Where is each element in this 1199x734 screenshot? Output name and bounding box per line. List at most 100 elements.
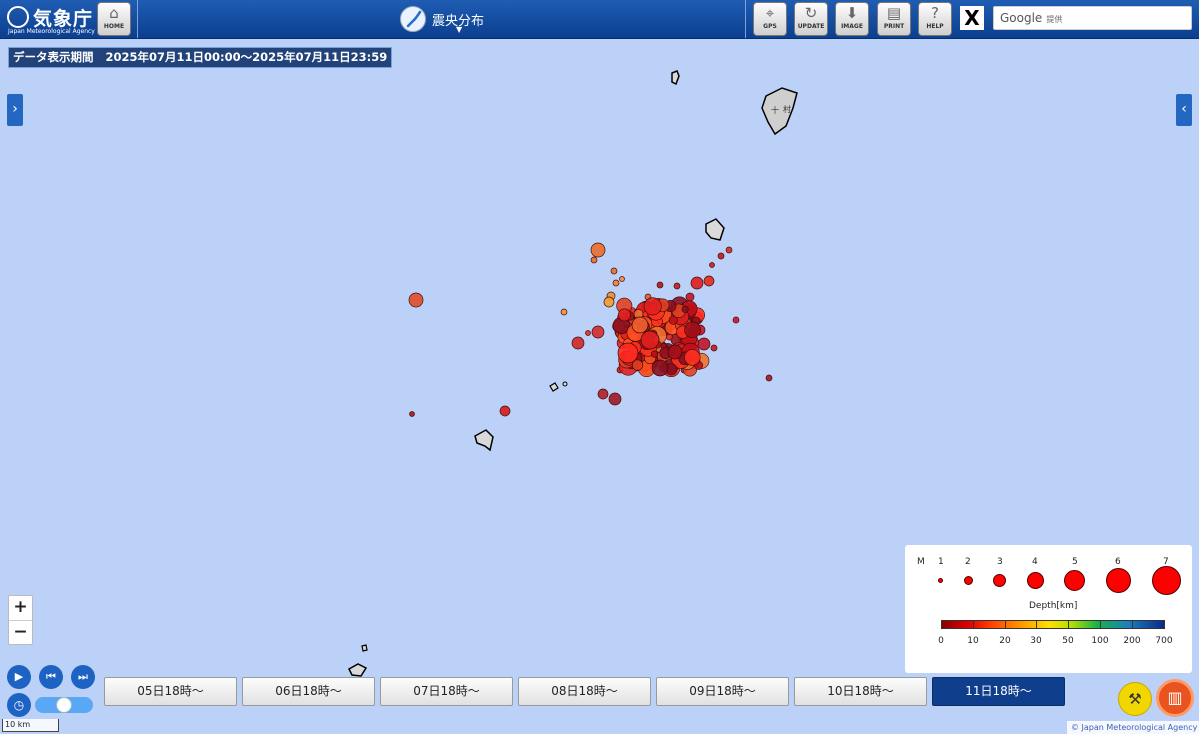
epicenter-marker[interactable]	[765, 374, 773, 382]
day-button[interactable]: 06日18時～	[242, 677, 375, 706]
day-button[interactable]: 09日18時～	[656, 677, 789, 706]
epicenter-marker[interactable]	[717, 252, 725, 260]
epicenter-marker[interactable]	[673, 282, 681, 290]
depth-label: 0	[938, 636, 944, 646]
epicenter-marker[interactable]	[667, 344, 683, 360]
island-shape	[705, 218, 725, 241]
period-label: データ表示期間	[13, 50, 94, 64]
day-button[interactable]: 07日18時～	[380, 677, 513, 706]
epicenter-marker[interactable]	[617, 342, 639, 364]
epicenter-marker[interactable]	[597, 388, 609, 400]
epicenter-marker[interactable]	[643, 297, 662, 316]
header-divider	[137, 0, 138, 38]
epicenter-marker[interactable]	[681, 305, 689, 313]
epicenter-marker[interactable]	[499, 405, 511, 417]
speed-slider[interactable]	[35, 697, 93, 713]
legend-circle-m7	[1152, 566, 1181, 595]
epicenter-marker[interactable]	[571, 336, 585, 350]
book-button[interactable]: ▥	[1156, 679, 1194, 717]
epicenter-marker[interactable]	[590, 242, 606, 258]
play-button[interactable]: ▶	[7, 665, 31, 689]
help-button[interactable]: ? HELP	[918, 2, 952, 36]
speed-icon: ◷	[7, 693, 31, 717]
epicenter-marker[interactable]	[608, 392, 622, 406]
skip-forward-button[interactable]: ⏭	[71, 665, 95, 689]
image-download-button[interactable]: ⬇ IMAGE	[835, 2, 869, 36]
epicenter-marker[interactable]	[408, 292, 424, 308]
header-divider	[745, 0, 746, 38]
print-icon: ▤	[886, 4, 902, 22]
map-type-selector[interactable]: 震央分布 ▼	[398, 4, 528, 36]
skip-back-button[interactable]: ⏮	[39, 665, 63, 689]
legend-circle-m1	[938, 578, 943, 583]
epicenter-marker[interactable]	[640, 330, 660, 350]
tool-icon: ⚒	[1128, 690, 1142, 708]
day-button-active[interactable]: 11日18時～	[932, 677, 1065, 706]
epicenter-marker[interactable]	[409, 411, 415, 417]
zoom-out-button[interactable]: −	[9, 620, 32, 644]
epicenter-marker[interactable]	[610, 267, 618, 275]
search-suffix: 提供	[1046, 15, 1063, 24]
depth-label: 50	[1062, 636, 1074, 646]
skip-forward-icon: ⏭	[78, 670, 88, 683]
epicenter-marker[interactable]	[651, 359, 669, 377]
legend-magnitude: 2	[965, 557, 971, 567]
left-panel-toggle[interactable]: ›	[7, 94, 23, 126]
epicenter-marker[interactable]	[685, 292, 695, 302]
depth-label: 700	[1155, 636, 1173, 646]
island-label: 村	[783, 104, 791, 114]
jma-logo[interactable]: 気象庁 Japan Meteorological Agency	[5, 3, 95, 36]
epicenter-marker[interactable]	[560, 308, 568, 316]
print-label: PRINT	[883, 23, 905, 30]
search-brand: Google	[1000, 11, 1043, 25]
legend-panel: M 1 2 3 4 5 6 7 Depth[km] 0 10 20 30 50 …	[905, 545, 1192, 673]
island-label: 十	[771, 105, 779, 115]
epicenter-marker[interactable]	[709, 262, 715, 268]
chevron-right-icon: ›	[12, 101, 18, 117]
epicenter-marker[interactable]	[690, 276, 704, 290]
download-icon: ⬇	[845, 4, 859, 22]
google-search-input[interactable]: Google 提供	[993, 6, 1192, 30]
speed-slider-knob[interactable]	[56, 697, 72, 713]
epicenter-marker[interactable]	[612, 279, 620, 287]
epicenter-marker[interactable]	[585, 330, 591, 336]
gps-button[interactable]: ⌖ GPS	[753, 2, 787, 36]
home-button[interactable]: ⌂ HOME	[97, 2, 131, 36]
right-panel-toggle[interactable]: ‹	[1176, 94, 1192, 126]
copyright-notice: © Japan Meteorological Agency	[1067, 721, 1199, 734]
update-button[interactable]: ↻ UPDATE	[794, 2, 828, 36]
day-button[interactable]: 05日18時～	[104, 677, 237, 706]
depth-tick	[973, 620, 974, 629]
epicenter-marker[interactable]	[603, 296, 615, 308]
epicenter-marker[interactable]	[618, 308, 631, 322]
epicenter-marker[interactable]	[631, 316, 649, 334]
chevron-down-icon: ▼	[456, 25, 463, 34]
tool-button[interactable]: ⚒	[1118, 682, 1152, 716]
epicenter-marker[interactable]	[732, 316, 740, 324]
home-label: HOME	[103, 23, 125, 30]
epicenter-marker[interactable]	[656, 281, 664, 289]
epicenter-marker[interactable]	[619, 276, 625, 282]
epicenter-marker[interactable]	[703, 275, 715, 287]
day-button[interactable]: 10日18時～	[794, 677, 927, 706]
epicenter-marker[interactable]	[650, 350, 658, 358]
epicenter-marker[interactable]	[725, 246, 733, 254]
epicenter-marker[interactable]	[684, 349, 701, 366]
depth-label: 30	[1030, 636, 1042, 646]
day-button[interactable]: 08日18時～	[518, 677, 651, 706]
help-icon: ?	[931, 4, 939, 22]
epicenter-marker[interactable]	[697, 337, 711, 351]
epicenter-marker[interactable]	[590, 256, 598, 264]
island-shape	[474, 429, 494, 452]
epicenter-marker[interactable]	[591, 325, 605, 339]
image-label: IMAGE	[841, 23, 863, 30]
depth-label: 100	[1091, 636, 1109, 646]
epicenter-marker[interactable]	[710, 344, 718, 352]
zoom-in-button[interactable]: +	[9, 596, 32, 620]
help-label: HELP	[926, 23, 944, 30]
x-share-button[interactable]: X	[960, 6, 984, 30]
print-button[interactable]: ▤ PRINT	[877, 2, 911, 36]
epicenter-marker[interactable]	[684, 321, 701, 339]
update-label: UPDATE	[797, 23, 825, 30]
island-shape	[348, 663, 368, 677]
